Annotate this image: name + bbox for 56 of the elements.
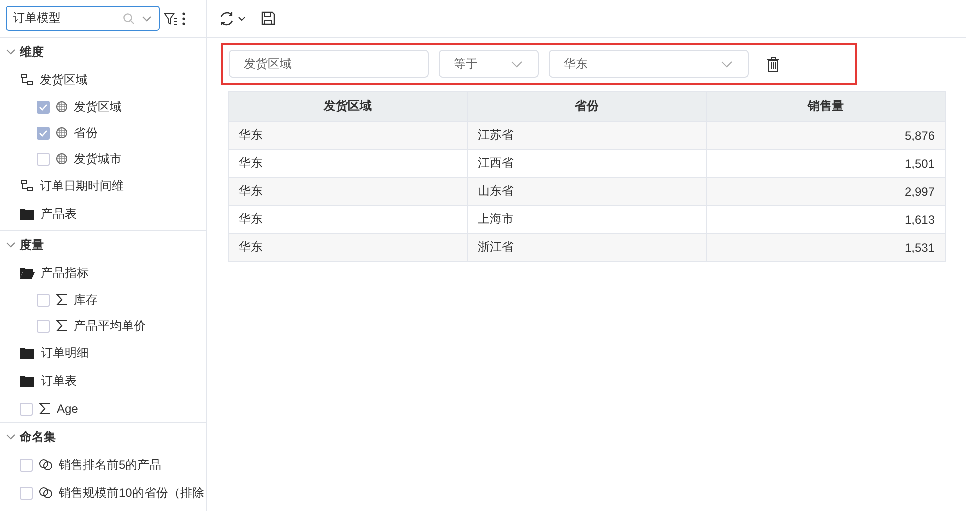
tree-item[interactable]: Age	[57, 402, 78, 416]
tree-item[interactable]: 发货城市	[74, 150, 122, 168]
hierarchy-icon	[20, 179, 34, 193]
tree-item[interactable]: 销售规模前10的省份（排除	[59, 484, 204, 502]
table-cell: 浙江省	[468, 234, 706, 262]
tree-item[interactable]: 产品平均单价	[74, 318, 146, 334]
overlapping-circles-icon	[39, 487, 53, 499]
hierarchy-icon	[20, 73, 34, 87]
table-cell: 山东省	[468, 178, 706, 206]
value-select[interactable]: 华东	[549, 50, 749, 78]
tree-item[interactable]: 产品指标	[41, 264, 89, 282]
filter-icon	[164, 12, 178, 26]
section-title[interactable]: 度量	[20, 236, 44, 254]
tree-item[interactable]: 订单日期时间维	[40, 178, 124, 194]
table-cell: 江苏省	[468, 122, 706, 150]
checkbox[interactable]	[37, 126, 50, 140]
sigma-icon	[39, 403, 51, 415]
checkbox[interactable]	[37, 294, 50, 306]
globe-icon	[56, 127, 68, 139]
refresh-button[interactable]	[219, 10, 247, 26]
table-cell: 2,997	[706, 178, 946, 206]
tree-item[interactable]: 库存	[74, 292, 98, 308]
section-title[interactable]: 命名集	[20, 428, 56, 446]
model-select[interactable]: 订单模型	[6, 6, 160, 31]
column-header[interactable]: 销售量	[706, 92, 946, 122]
table-cell: 1,531	[706, 234, 946, 262]
checkbox[interactable]	[37, 152, 50, 166]
column-header[interactable]: 省份	[468, 92, 706, 122]
sigma-icon	[56, 294, 68, 306]
tree-item[interactable]: 产品表	[41, 206, 77, 222]
operator-select[interactable]: 等于	[439, 50, 539, 78]
tree-item[interactable]: 销售排名前5的产品	[59, 456, 162, 474]
checkbox[interactable]	[20, 486, 33, 500]
tree-item[interactable]: 订单表	[41, 372, 77, 390]
tree-item[interactable]: 省份	[74, 124, 98, 142]
globe-icon	[56, 153, 68, 165]
table-cell: 华东	[228, 122, 468, 150]
overlapping-circles-icon	[39, 459, 53, 471]
more-icon	[182, 12, 186, 26]
checkbox[interactable]	[37, 100, 50, 114]
table-cell: 华东	[228, 178, 468, 206]
checkbox[interactable]	[20, 458, 33, 472]
tree-item[interactable]: 发货区域	[40, 72, 88, 88]
field-select[interactable]: 发货区域	[229, 50, 429, 78]
sigma-icon	[56, 320, 68, 332]
globe-icon	[56, 101, 68, 113]
section-title[interactable]: 维度	[20, 44, 44, 60]
checkbox[interactable]	[37, 320, 50, 332]
table-cell: 华东	[228, 234, 468, 262]
tree-item[interactable]: 订单明细	[41, 344, 89, 362]
save-button[interactable]	[261, 11, 276, 26]
search-icon	[123, 12, 135, 24]
tree-item[interactable]: 发货区域	[74, 98, 122, 116]
checkbox[interactable]	[20, 402, 33, 416]
table-cell: 5,876	[706, 122, 946, 150]
column-header[interactable]: 发货区域	[228, 92, 468, 122]
